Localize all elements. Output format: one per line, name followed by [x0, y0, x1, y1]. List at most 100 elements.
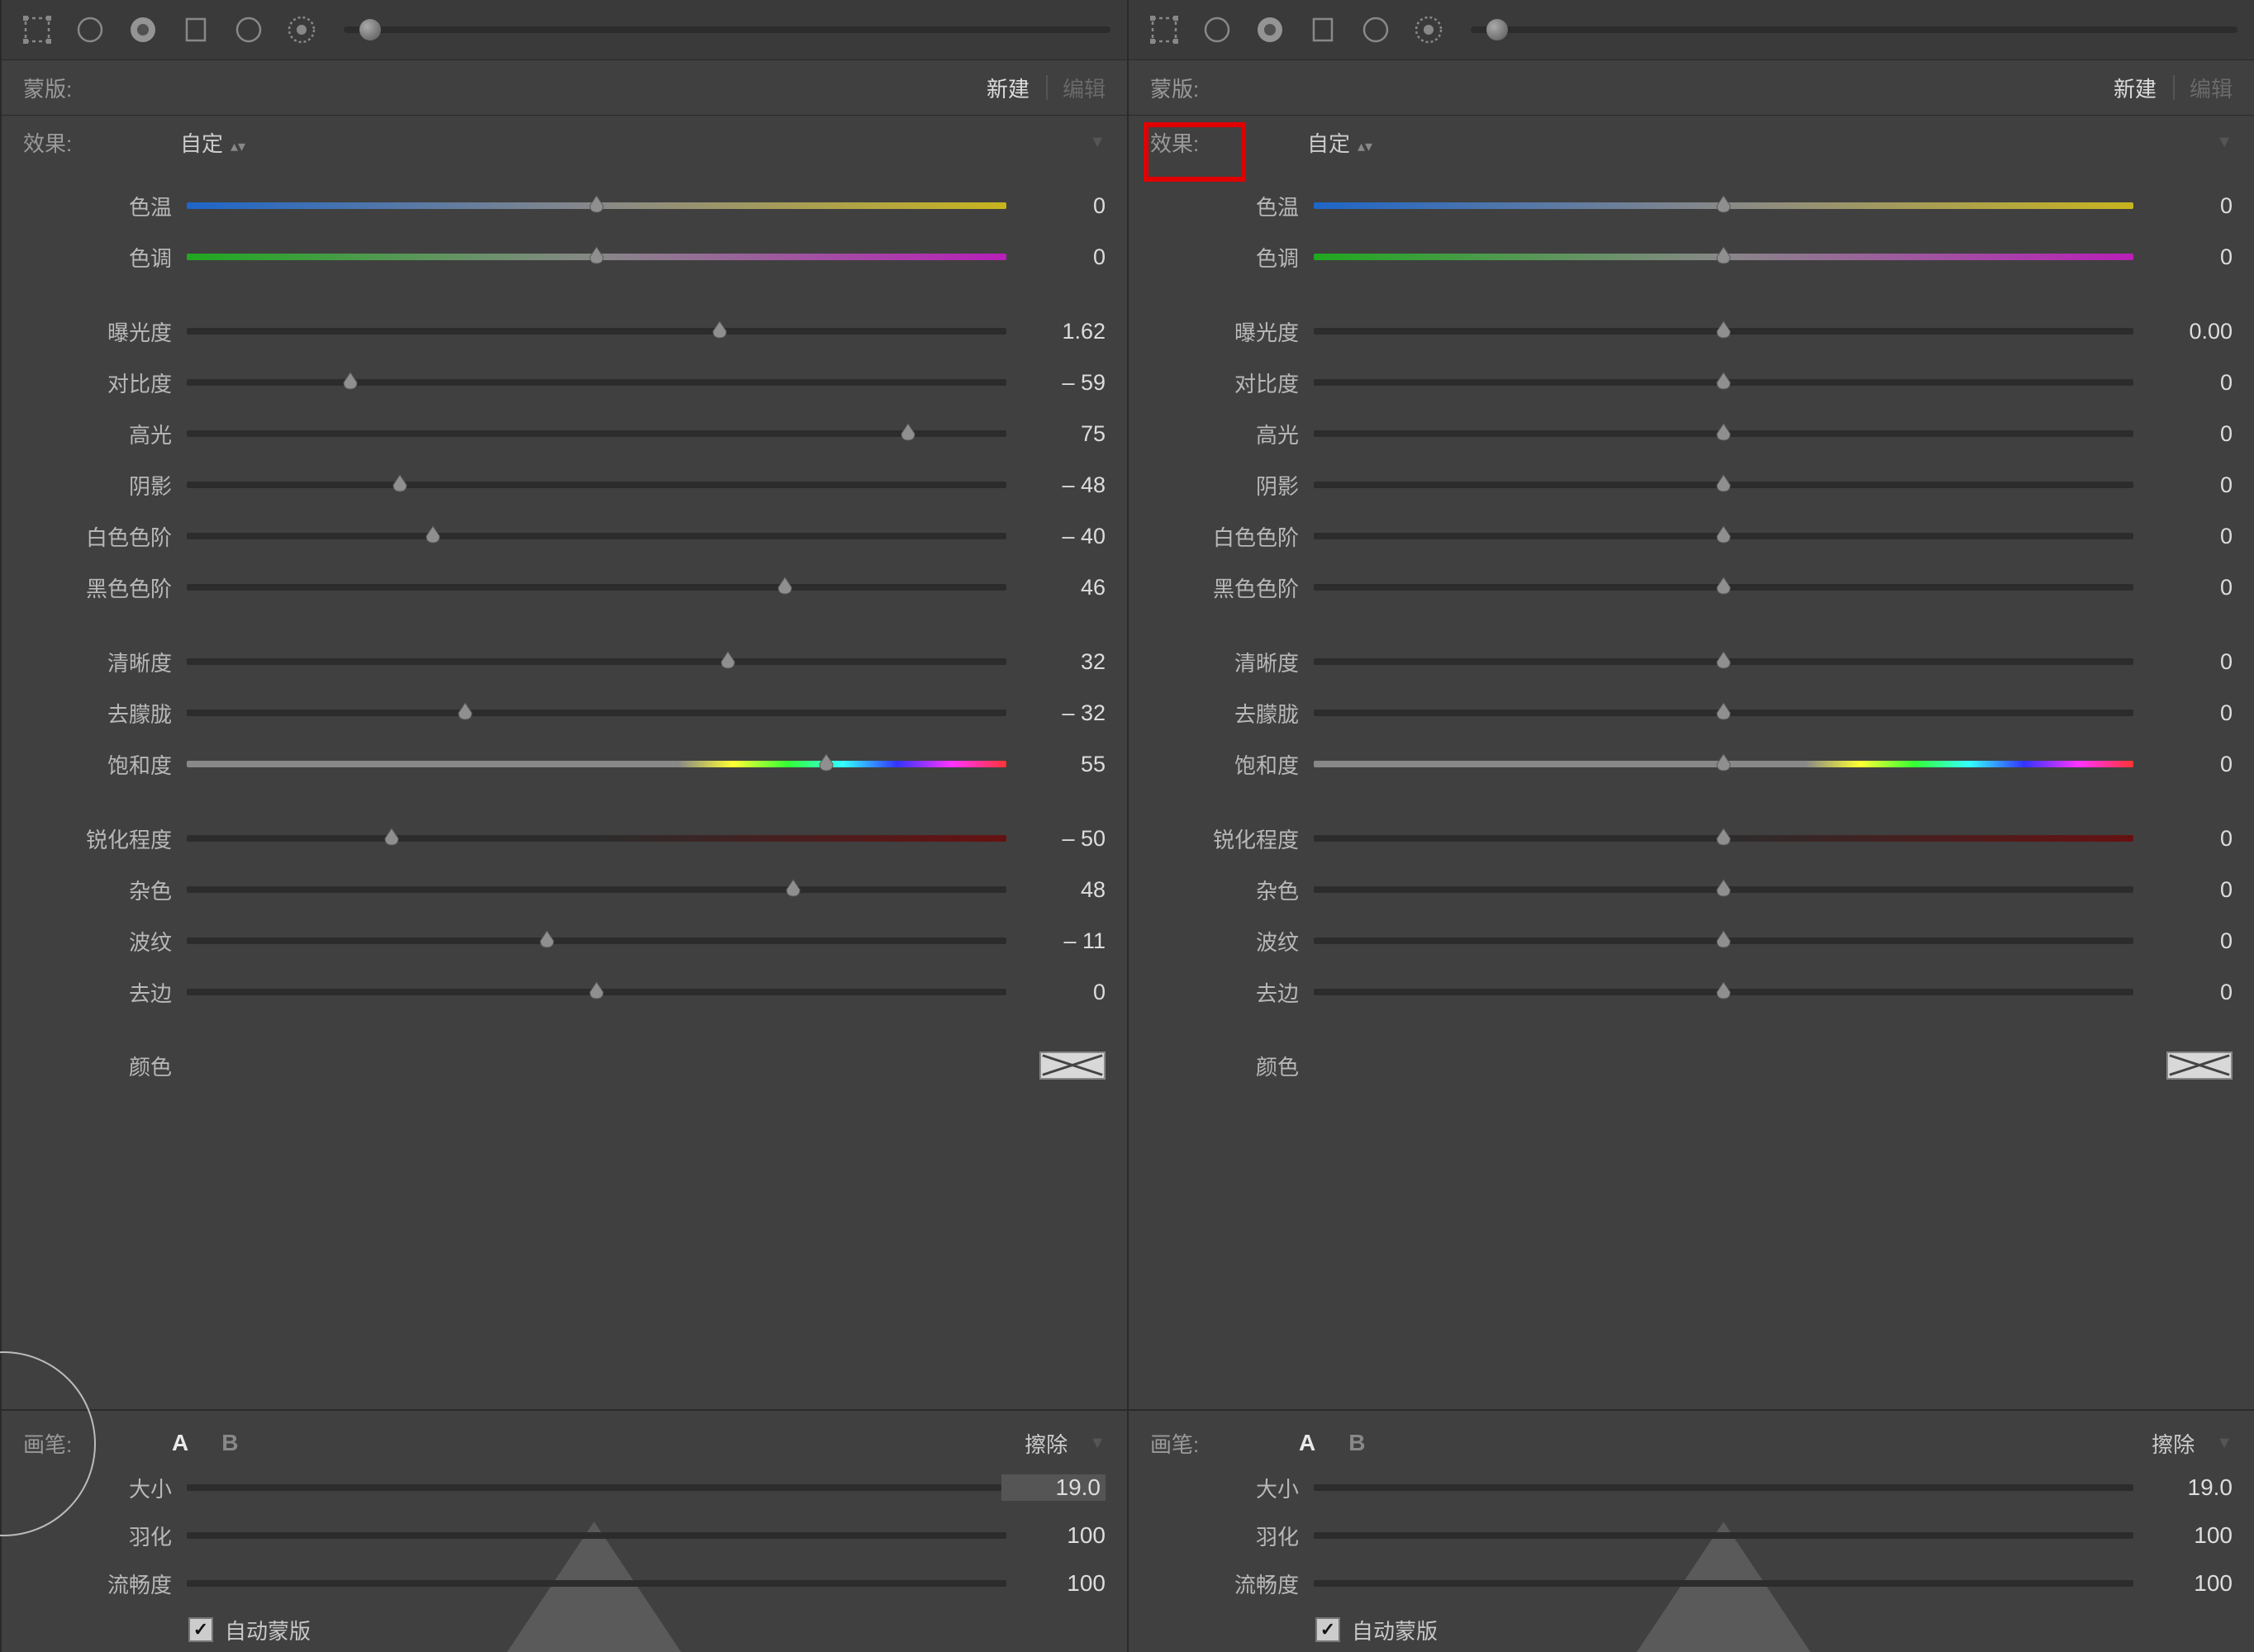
slider-track[interactable] — [1314, 328, 2133, 335]
brush-erase-button[interactable]: 擦除 — [2152, 1428, 2195, 1459]
disclosure-icon[interactable]: ▼ — [2216, 1434, 2233, 1453]
slider-value[interactable]: 48 — [1006, 877, 1106, 903]
slider-value[interactable]: 0 — [2133, 524, 2233, 549]
slider-value[interactable]: 0 — [2133, 700, 2233, 726]
amount-slider[interactable] — [344, 26, 1110, 33]
mask-new-button[interactable]: 新建 — [987, 73, 1030, 103]
slider-track[interactable] — [1314, 379, 2133, 386]
brush-slider-value[interactable]: 100 — [2133, 1522, 2233, 1549]
slider-value[interactable]: 75 — [1006, 421, 1106, 447]
brush-tab-a[interactable]: A — [1299, 1430, 1315, 1456]
brush-tool-icon[interactable] — [1410, 11, 1448, 49]
mask-new-button[interactable]: 新建 — [2114, 73, 2157, 103]
slider-track[interactable] — [187, 710, 1006, 716]
slider-value[interactable]: 0 — [1006, 980, 1106, 1005]
slider-value[interactable]: 0 — [2133, 193, 2233, 219]
radial-tool-icon[interactable] — [230, 11, 268, 49]
brush-slider-track[interactable] — [1314, 1580, 2133, 1587]
slider-track[interactable] — [187, 886, 1006, 893]
brush-tab-b[interactable]: B — [221, 1430, 238, 1456]
spot-tool-icon[interactable] — [71, 11, 109, 49]
slider-track[interactable] — [1314, 938, 2133, 944]
brush-slider-value[interactable]: 100 — [2133, 1570, 2233, 1597]
brush-tool-icon[interactable] — [283, 11, 321, 49]
disclosure-icon[interactable]: ▼ — [1089, 133, 1106, 152]
slider-value[interactable]: 55 — [1006, 752, 1106, 777]
graduated-tool-icon[interactable] — [177, 11, 215, 49]
slider-track[interactable] — [1314, 658, 2133, 665]
spot-tool-icon[interactable] — [1198, 11, 1236, 49]
slider-value[interactable]: 0 — [2133, 370, 2233, 396]
slider-value[interactable]: – 32 — [1006, 700, 1106, 726]
slider-value[interactable]: 0 — [2133, 877, 2233, 903]
disclosure-icon[interactable]: ▼ — [2216, 133, 2233, 152]
slider-track[interactable] — [187, 989, 1006, 995]
color-swatch[interactable] — [2166, 1051, 2233, 1080]
brush-slider-value[interactable]: 100 — [1006, 1522, 1106, 1549]
graduated-tool-icon[interactable] — [1304, 11, 1342, 49]
brush-slider-value[interactable]: 19.0 — [1001, 1474, 1106, 1501]
slider-value[interactable]: 46 — [1006, 575, 1106, 601]
slider-track[interactable] — [1314, 710, 2133, 716]
slider-value[interactable]: 0 — [2133, 649, 2233, 675]
brush-erase-button[interactable]: 擦除 — [1025, 1428, 1068, 1459]
slider-value[interactable]: 0 — [1006, 193, 1106, 219]
slider-track[interactable] — [187, 254, 1006, 260]
brush-slider-track[interactable] — [187, 1580, 1006, 1587]
redeye-tool-icon[interactable] — [1251, 11, 1289, 49]
slider-track[interactable] — [1314, 482, 2133, 488]
slider-value[interactable]: 0 — [2133, 472, 2233, 498]
slider-track[interactable] — [187, 835, 1006, 842]
slider-value[interactable]: – 48 — [1006, 472, 1106, 498]
brush-slider-track[interactable] — [1314, 1532, 2133, 1539]
redeye-tool-icon[interactable] — [124, 11, 162, 49]
slider-track[interactable] — [187, 379, 1006, 386]
slider-track[interactable] — [1314, 835, 2133, 842]
disclosure-icon[interactable]: ▼ — [1089, 1434, 1106, 1453]
slider-track[interactable] — [187, 761, 1006, 767]
slider-track[interactable] — [187, 482, 1006, 488]
brush-slider-track[interactable] — [187, 1484, 1001, 1491]
slider-value[interactable]: 0 — [1006, 244, 1106, 270]
slider-track[interactable] — [187, 658, 1006, 665]
slider-value[interactable]: 0 — [2133, 928, 2233, 954]
slider-value[interactable]: 0 — [2133, 980, 2233, 1005]
slider-track[interactable] — [1314, 254, 2133, 260]
crop-tool-icon[interactable] — [18, 11, 56, 49]
crop-tool-icon[interactable] — [1145, 11, 1183, 49]
brush-slider-track[interactable] — [187, 1532, 1006, 1539]
slider-value[interactable]: – 40 — [1006, 524, 1106, 549]
brush-slider-value[interactable]: 100 — [1006, 1570, 1106, 1597]
slider-track[interactable] — [1314, 202, 2133, 209]
effect-dropdown[interactable]: 自定 ▴▾ — [180, 127, 245, 158]
slider-value[interactable]: 0 — [2133, 575, 2233, 601]
slider-value[interactable]: 1.62 — [1006, 319, 1106, 344]
slider-value[interactable]: – 59 — [1006, 370, 1106, 396]
slider-track[interactable] — [1314, 989, 2133, 995]
slider-value[interactable]: – 11 — [1006, 928, 1106, 954]
slider-track[interactable] — [187, 533, 1006, 539]
brush-slider-track[interactable] — [1314, 1484, 2133, 1491]
brush-tab-b[interactable]: B — [1348, 1430, 1365, 1456]
brush-tab-a[interactable]: A — [172, 1430, 188, 1456]
slider-value[interactable]: – 50 — [1006, 826, 1106, 852]
slider-track[interactable] — [187, 328, 1006, 335]
slider-track[interactable] — [187, 202, 1006, 209]
slider-value[interactable]: 0 — [2133, 826, 2233, 852]
slider-track[interactable] — [1314, 886, 2133, 893]
effect-dropdown[interactable]: 自定 ▴▾ — [1307, 127, 1372, 158]
slider-track[interactable] — [1314, 533, 2133, 539]
slider-value[interactable]: 0 — [2133, 244, 2233, 270]
color-swatch[interactable] — [1039, 1051, 1106, 1080]
slider-track[interactable] — [1314, 430, 2133, 437]
amount-slider[interactable] — [1471, 26, 2237, 33]
slider-value[interactable]: 0 — [2133, 421, 2233, 447]
slider-track[interactable] — [187, 430, 1006, 437]
slider-track[interactable] — [187, 584, 1006, 591]
slider-track[interactable] — [1314, 761, 2133, 767]
slider-track[interactable] — [187, 938, 1006, 944]
slider-track[interactable] — [1314, 584, 2133, 591]
slider-value[interactable]: 32 — [1006, 649, 1106, 675]
brush-slider-value[interactable]: 19.0 — [2133, 1474, 2233, 1501]
slider-value[interactable]: 0.00 — [2133, 319, 2233, 344]
